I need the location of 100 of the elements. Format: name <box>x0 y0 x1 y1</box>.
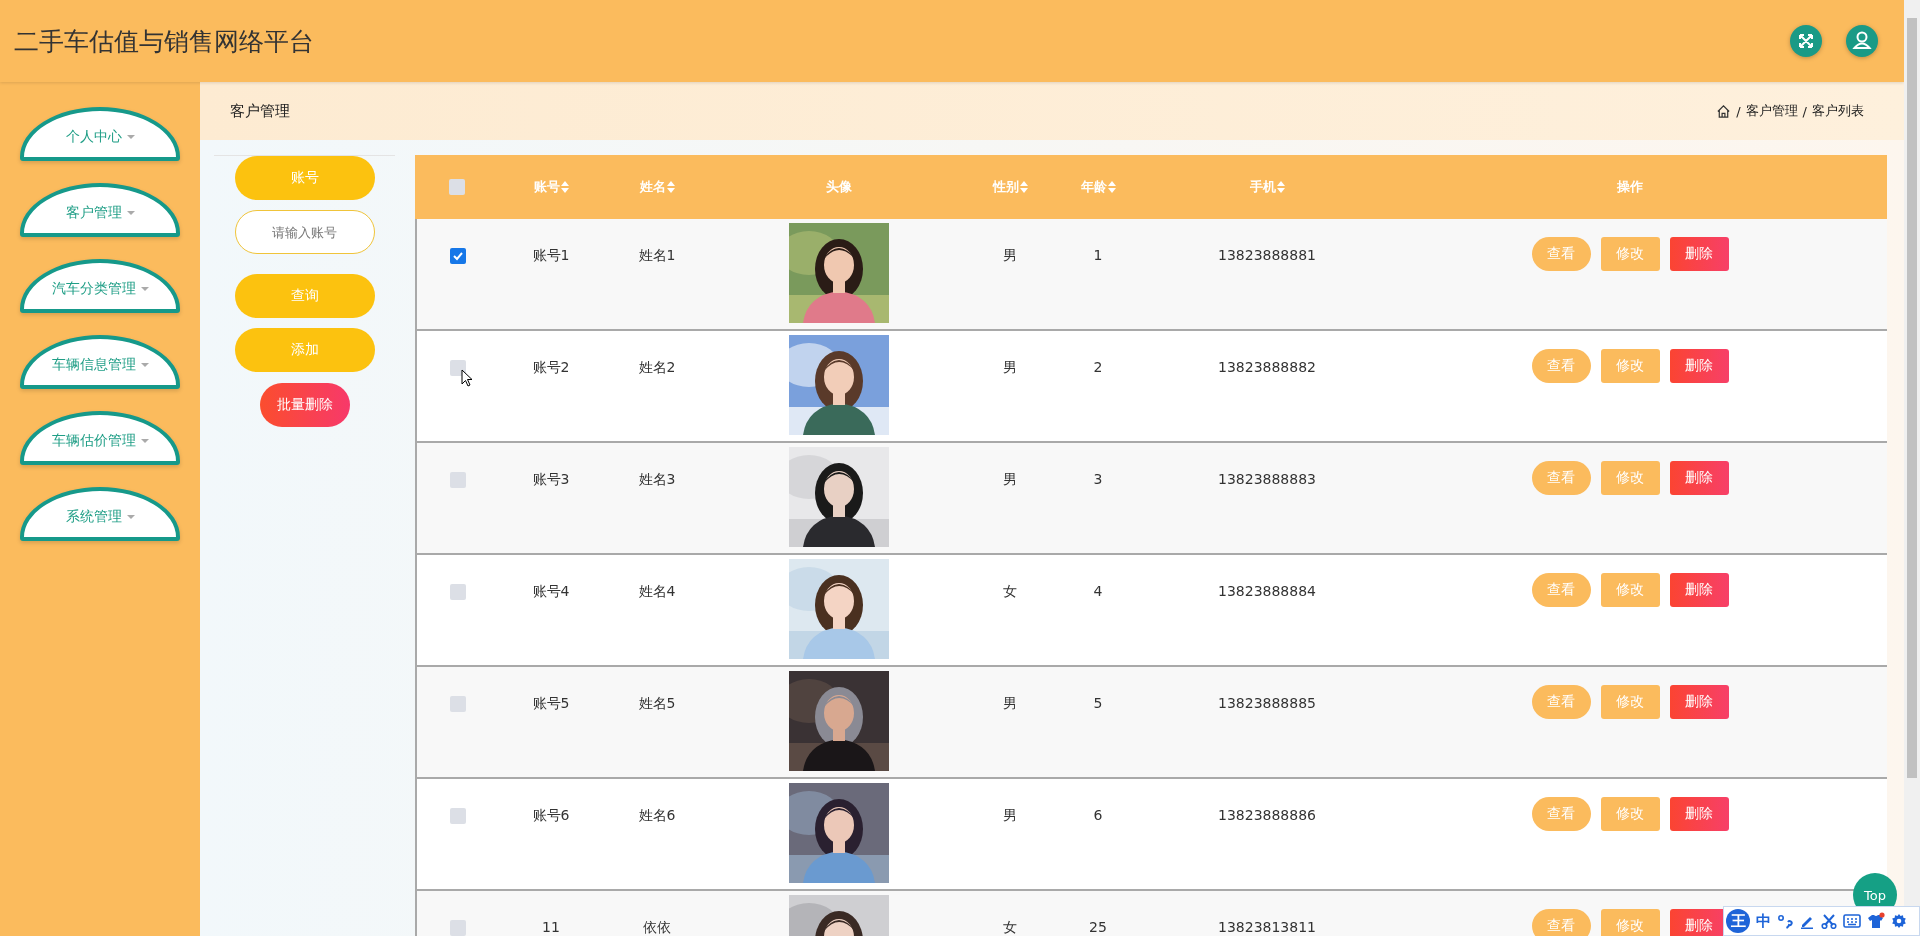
menu-item[interactable]: 系统管理 <box>20 487 180 541</box>
table-cell: 账号3 <box>532 471 570 489</box>
checkbox[interactable] <box>450 696 466 712</box>
checkbox[interactable] <box>450 808 466 824</box>
user-icon[interactable] <box>1846 25 1878 57</box>
action-button[interactable]: 添加 <box>234 328 375 372</box>
keyboard-icon[interactable] <box>1843 914 1861 928</box>
table-cell: 姓名1 <box>638 247 676 265</box>
table-cell: 25 <box>1089 919 1107 935</box>
table-cell: 4 <box>1093 583 1103 599</box>
sort-icon <box>560 181 569 193</box>
edit-button[interactable]: 修改 <box>1600 797 1660 831</box>
menu-item[interactable]: 客户管理 <box>20 183 180 237</box>
table-cell: 3 <box>1093 471 1103 487</box>
scrollbar[interactable] <box>1904 0 1920 906</box>
table-cell: 姓名4 <box>638 583 676 601</box>
settings-icon[interactable] <box>1891 913 1907 929</box>
menu-item[interactable]: 车辆估价管理 <box>20 411 180 465</box>
column-header[interactable]: 账号 <box>533 178 569 196</box>
table-cell: 13823888885 <box>1218 695 1316 711</box>
table-cell: 男 <box>1003 247 1017 265</box>
view-button[interactable]: 查看 <box>1531 685 1591 719</box>
table-cell: 13823888884 <box>1218 583 1316 599</box>
view-button[interactable]: 查看 <box>1531 797 1591 831</box>
caret-icon <box>126 515 135 519</box>
sort-icon <box>666 181 675 193</box>
scissors-icon[interactable] <box>1821 913 1837 929</box>
menu-item[interactable]: 车辆信息管理 <box>20 335 180 389</box>
delete-button[interactable]: 删除 <box>1669 797 1729 831</box>
edit-button[interactable]: 修改 <box>1600 909 1660 936</box>
checkbox[interactable] <box>449 179 465 195</box>
checkbox[interactable] <box>450 920 466 936</box>
column-header[interactable]: 性别 <box>992 178 1028 196</box>
table-cell: 账号4 <box>532 583 570 601</box>
column-header[interactable]: 姓名 <box>639 178 675 196</box>
table-cell: 姓名5 <box>638 695 676 713</box>
batch-delete-button[interactable]: 批量删除 <box>259 383 350 427</box>
column-header[interactable]: 年龄 <box>1080 178 1116 196</box>
field-label: 账号 <box>234 156 375 200</box>
home-icon[interactable] <box>1716 103 1732 119</box>
checkbox[interactable] <box>450 584 466 600</box>
table-cell: 13823888882 <box>1218 359 1316 375</box>
breadcrumb-link[interactable]: 客户管理 <box>1745 102 1798 120</box>
search-field[interactable]: 请输入账号 <box>234 210 375 254</box>
checkbox[interactable] <box>450 472 466 488</box>
breadcrumb-link[interactable]: 客户列表 <box>1812 102 1864 120</box>
edit-button[interactable]: 修改 <box>1600 685 1660 719</box>
column-header[interactable]: 手机 <box>1249 178 1285 196</box>
ime-logo[interactable]: 王 <box>1726 909 1750 933</box>
table-cell: 男 <box>1003 695 1017 713</box>
site-title: 二手车估值与销售网络平台 <box>14 25 314 58</box>
delete-button[interactable]: 删除 <box>1669 685 1729 719</box>
breadcrumb-separator: / <box>1736 103 1741 119</box>
table-cell: 姓名3 <box>638 471 676 489</box>
table-cell: 账号5 <box>532 695 570 713</box>
page-title: 客户管理 <box>230 101 290 121</box>
table-cell: 女 <box>1003 583 1017 601</box>
table-cell: 男 <box>1003 807 1017 825</box>
sort-icon <box>1107 181 1116 193</box>
punctuation-icon[interactable] <box>1777 913 1793 929</box>
checkbox[interactable] <box>450 360 466 376</box>
table-cell: 女 <box>1003 919 1017 936</box>
edit-button[interactable]: 修改 <box>1600 573 1660 607</box>
edit-button[interactable]: 修改 <box>1600 237 1660 271</box>
table-cell: 13823813811 <box>1218 919 1316 935</box>
table-cell: 男 <box>1003 359 1017 377</box>
column-header: 头像 <box>826 178 852 196</box>
shirt-icon[interactable] <box>1867 912 1885 930</box>
table-cell: 1 <box>1093 247 1103 263</box>
column-header: 操作 <box>1617 178 1643 196</box>
table-cell: 账号1 <box>532 247 570 265</box>
edit-button[interactable]: 修改 <box>1600 461 1660 495</box>
edit-button[interactable]: 修改 <box>1600 349 1660 383</box>
delete-button[interactable]: 删除 <box>1669 349 1729 383</box>
sort-icon <box>1276 181 1285 193</box>
delete-button[interactable]: 删除 <box>1669 237 1729 271</box>
table-cell: 姓名2 <box>638 359 676 377</box>
table-cell: 姓名6 <box>638 807 676 825</box>
menu-item[interactable]: 汽车分类管理 <box>20 259 180 313</box>
view-button[interactable]: 查看 <box>1531 237 1591 271</box>
action-button[interactable]: 查询 <box>234 274 375 318</box>
checkbox[interactable] <box>450 248 466 264</box>
caret-icon <box>140 287 149 291</box>
caret-icon <box>126 135 135 139</box>
view-button[interactable]: 查看 <box>1531 909 1591 936</box>
menu-item[interactable]: 个人中心 <box>20 107 180 161</box>
view-button[interactable]: 查看 <box>1531 461 1591 495</box>
fullscreen-icon[interactable] <box>1790 25 1822 57</box>
view-button[interactable]: 查看 <box>1531 349 1591 383</box>
table-cell: 13823888883 <box>1218 471 1316 487</box>
table-cell: 2 <box>1093 359 1103 375</box>
breadcrumb-separator: / <box>1802 103 1807 119</box>
table-cell: 男 <box>1003 471 1017 489</box>
delete-button[interactable]: 删除 <box>1669 461 1729 495</box>
caret-icon <box>126 211 135 215</box>
ime-mode[interactable]: 中 <box>1756 911 1771 931</box>
view-button[interactable]: 查看 <box>1531 573 1591 607</box>
caret-icon <box>140 363 149 367</box>
delete-button[interactable]: 删除 <box>1669 573 1729 607</box>
table-cell: 账号6 <box>532 807 570 825</box>
